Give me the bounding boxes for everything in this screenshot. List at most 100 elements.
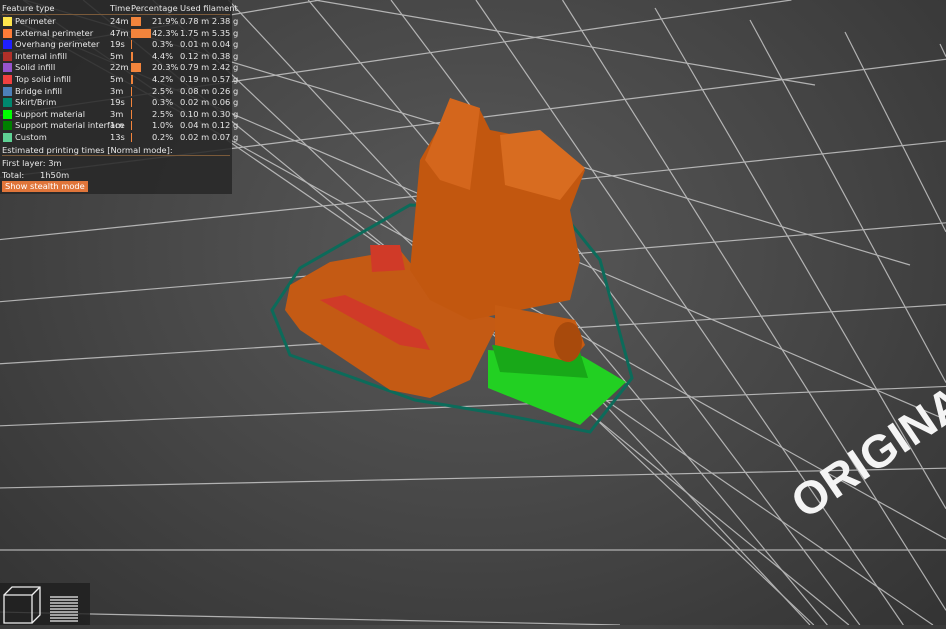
- feature-filament: 0.78 m 2.38 g: [180, 16, 239, 26]
- header-used-filament: Used filament: [180, 3, 238, 13]
- header-feature-type: Feature type: [2, 3, 55, 13]
- color-swatch: [3, 17, 12, 26]
- percentage-bar: [131, 17, 142, 26]
- percentage-bar: [131, 28, 151, 38]
- feature-label: Custom: [15, 132, 47, 142]
- feature-filament: 0.04 m 0.12 g: [180, 120, 239, 131]
- feature-time: 1m: [110, 120, 124, 131]
- feature-label: Support material interface: [15, 120, 125, 131]
- feature-label: Bridge infill: [15, 85, 63, 96]
- header-time: Time: [110, 3, 131, 13]
- feature-time: 19s: [110, 97, 125, 108]
- feature-label: Top solid infill: [15, 74, 71, 84]
- 3d-view-icon[interactable]: [3, 586, 41, 624]
- feature-percent: 0.3%: [152, 97, 174, 108]
- feature-percent: 4.2%: [152, 74, 174, 84]
- total-label: Total:: [2, 170, 25, 180]
- feature-time: 19s: [110, 39, 125, 50]
- feature-time: 13s: [110, 132, 125, 142]
- percentage-bar: [131, 75, 133, 84]
- percentage-bar: [131, 63, 141, 73]
- feature-filament: 0.02 m 0.07 g: [180, 132, 239, 142]
- feature-label: Overhang perimeter: [15, 39, 100, 50]
- grid-line: [314, 0, 816, 86]
- feature-time: 5m: [110, 50, 124, 61]
- legend-row: External perimeter 47m 42.3% 1.75 m 5.35…: [0, 27, 238, 39]
- grid-line: [939, 43, 946, 57]
- color-swatch: [3, 133, 12, 142]
- first-layer-time: First layer: 3m: [2, 158, 62, 168]
- header-percentage: Percentage: [131, 3, 178, 13]
- feature-label: Internal infill: [15, 50, 68, 61]
- feature-percent: 1.0%: [152, 120, 174, 131]
- feature-label: Solid infill: [15, 62, 56, 73]
- feature-label: External perimeter: [15, 27, 94, 38]
- color-swatch: [3, 28, 12, 38]
- divider: [2, 14, 230, 15]
- grid-line: [0, 385, 946, 427]
- legend-row: Overhang perimeter 19s 0.3% 0.01 m 0.04 …: [0, 39, 238, 50]
- percentage-bar: [131, 40, 132, 50]
- divider: [2, 155, 230, 156]
- estimated-times-title: Estimated printing times [Normal mode]:: [2, 145, 173, 155]
- feature-filament: 0.19 m 0.57 g: [180, 74, 239, 84]
- feature-time: 5m: [110, 74, 124, 84]
- feature-filament: 1.75 m 5.35 g: [180, 27, 239, 38]
- feature-time: 22m: [110, 62, 129, 73]
- legend-row: Support material 3m 2.5% 0.10 m 0.30 g: [0, 108, 238, 120]
- color-swatch: [3, 86, 12, 96]
- legend-row: Solid infill 22m 20.3% 0.79 m 2.42 g: [0, 62, 238, 73]
- top-infill-patch: [370, 245, 405, 272]
- legend-row: Support material interface 1m 1.0% 0.04 …: [0, 120, 238, 131]
- legend-row: Custom 13s 0.2% 0.02 m 0.07 g: [0, 132, 238, 143]
- color-swatch: [3, 98, 12, 108]
- feature-legend: Feature type Time Percentage Used filame…: [0, 0, 238, 194]
- color-swatch: [3, 51, 12, 61]
- color-swatch: [3, 75, 12, 84]
- legend-row: Top solid infill 5m 4.2% 0.19 m 0.57 g: [0, 74, 238, 85]
- feature-filament: 0.08 m 0.26 g: [180, 85, 239, 96]
- legend-row: Perimeter 24m 21.9% 0.78 m 2.38 g: [0, 16, 238, 27]
- cylinder-end: [554, 322, 582, 362]
- feature-time: 24m: [110, 16, 129, 26]
- total-time: 1h50m: [40, 170, 70, 180]
- percentage-bar: [131, 86, 133, 96]
- show-stealth-mode-button[interactable]: Show stealth mode: [2, 181, 88, 192]
- legend-row: Bridge infill 3m 2.5% 0.08 m 0.26 g: [0, 85, 238, 97]
- view-toolbar: [0, 583, 90, 625]
- color-swatch: [3, 63, 12, 73]
- feature-label: Skirt/Brim: [15, 97, 57, 108]
- percentage-bar: [131, 51, 134, 61]
- feature-time: 3m: [110, 108, 124, 119]
- legend-row: Skirt/Brim 19s 0.3% 0.02 m 0.06 g: [0, 97, 238, 108]
- feature-label: Perimeter: [15, 16, 56, 26]
- feature-filament: 0.10 m 0.30 g: [180, 108, 239, 119]
- feature-percent: 42.3%: [152, 27, 179, 38]
- feature-filament: 0.12 m 0.38 g: [180, 50, 239, 61]
- feature-time: 3m: [110, 85, 124, 96]
- color-swatch: [3, 121, 12, 131]
- feature-percent: 21.9%: [152, 16, 179, 26]
- feature-percent: 0.2%: [152, 132, 174, 142]
- feature-time: 47m: [110, 27, 129, 38]
- feature-percent: 2.5%: [152, 85, 174, 96]
- percentage-bar: [131, 133, 132, 142]
- percentage-bar: [131, 121, 132, 131]
- feature-percent: 4.4%: [152, 50, 174, 61]
- layers-view-icon[interactable]: [50, 596, 78, 622]
- grid-line: [844, 31, 946, 233]
- feature-percent: 0.3%: [152, 39, 174, 50]
- percentage-bar: [131, 98, 132, 108]
- feature-filament: 0.01 m 0.04 g: [180, 39, 239, 50]
- print-model: [270, 98, 634, 434]
- feature-filament: 0.79 m 2.42 g: [180, 62, 239, 73]
- percentage-bar: [131, 109, 133, 119]
- color-swatch: [3, 40, 12, 50]
- feature-percent: 2.5%: [152, 108, 174, 119]
- feature-percent: 20.3%: [152, 62, 179, 73]
- feature-label: Support material: [15, 108, 86, 119]
- feature-filament: 0.02 m 0.06 g: [180, 97, 239, 108]
- color-swatch: [3, 109, 12, 119]
- grid-line: [749, 19, 946, 383]
- grid-line: [0, 611, 621, 625]
